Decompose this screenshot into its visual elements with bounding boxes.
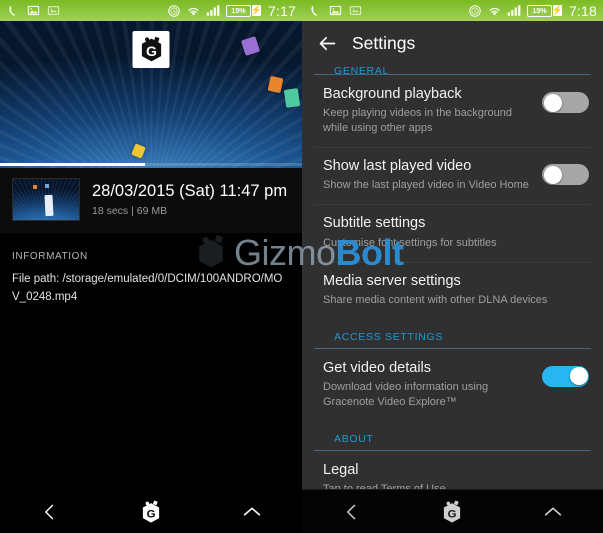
gizmobolt-g-logo: G xyxy=(132,31,170,68)
file-duration-size: 18 secs | 69 MB xyxy=(92,204,168,217)
toggle-show-last-played-video[interactable] xyxy=(542,164,589,186)
file-date-title: 28/03/2015 (Sat) 11:47 pm xyxy=(92,182,288,201)
toggle-knob xyxy=(569,367,588,386)
status-bar-right-icons: 15% ⚡ 7:18 xyxy=(468,4,597,18)
back-chevron-icon xyxy=(45,504,54,519)
photo-icon xyxy=(27,5,40,16)
nav-recent-button[interactable] xyxy=(503,501,603,523)
svg-text:G: G xyxy=(448,508,457,520)
left-phone-screen: 15% ⚡ 7:17 G 28/03/2015 (Sat) 11:47 pm 1… xyxy=(0,0,302,533)
wifi-icon xyxy=(489,7,500,16)
video-preview[interactable]: G xyxy=(0,21,302,168)
video-progress-bar[interactable] xyxy=(0,163,302,166)
dual-screenshot: 15% ⚡ 7:17 G 28/03/2015 (Sat) 11:47 pm 1… xyxy=(0,0,603,533)
battery-charging-icon: ⚡ xyxy=(551,5,564,16)
battery-indicator: 15% ⚡ xyxy=(526,4,564,17)
setting-subtitle: Download video information using Graceno… xyxy=(323,381,489,409)
back-arrow-icon[interactable] xyxy=(317,33,338,54)
svg-text:G: G xyxy=(147,508,156,520)
setting-row-get-video-details[interactable]: Get video details Download video informa… xyxy=(302,349,603,421)
settings-header: Settings xyxy=(302,21,603,63)
information-section: INFORMATION File path: /storage/emulated… xyxy=(0,233,302,307)
setting-subtitle: Customise font settings for subtitles xyxy=(323,236,497,249)
status-bar-right-icons: 15% ⚡ 7:17 xyxy=(167,4,296,18)
right-phone-screen: 15% ⚡ 7:18 Settings GENERAL Background p… xyxy=(302,0,603,533)
wifi-icon xyxy=(188,7,199,16)
setting-title: Show last played video xyxy=(323,158,472,175)
video-thumbnail xyxy=(12,178,80,221)
alarm-icon xyxy=(168,4,180,17)
battery-percent: 15% xyxy=(231,5,246,15)
status-bar-left-icons xyxy=(309,4,362,17)
setting-subtitle: Keep playing videos in the background wh… xyxy=(323,107,512,135)
information-section-label: INFORMATION xyxy=(12,251,88,262)
settings-list[interactable]: GENERAL Background playback Keep playing… xyxy=(302,63,603,533)
setting-title: Subtitle settings xyxy=(323,215,426,232)
file-meta-text: 28/03/2015 (Sat) 11:47 pm 18 secs | 69 M… xyxy=(92,182,287,217)
status-bar-clock: 7:17 xyxy=(267,2,296,19)
call-icon xyxy=(9,5,16,16)
alarm-icon xyxy=(469,4,481,17)
back-chevron-icon xyxy=(347,504,356,519)
floating-cube xyxy=(283,88,301,108)
setting-subtitle: Share media content with other DLNA devi… xyxy=(323,293,548,306)
setting-row-show-last-played-video[interactable]: Show last played video Show the last pla… xyxy=(302,147,603,204)
nav-recent-button[interactable] xyxy=(201,501,302,523)
up-chevron-icon xyxy=(544,507,561,516)
setting-title: Media server settings xyxy=(323,272,461,289)
setting-row-media-server-settings[interactable]: Media server settings Share media conten… xyxy=(302,261,603,319)
file-meta-row[interactable]: 28/03/2015 (Sat) 11:47 pm 18 secs | 69 M… xyxy=(0,168,302,233)
status-bar-clock: 7:18 xyxy=(568,2,597,19)
status-bar-left-icons xyxy=(7,4,60,17)
nav-home-button[interactable]: G xyxy=(402,499,502,525)
photo-icon xyxy=(329,5,342,16)
battery-charging-icon: ⚡ xyxy=(250,5,263,16)
setting-row-background-playback[interactable]: Background playback Keep playing videos … xyxy=(302,75,603,147)
nav-back-button[interactable] xyxy=(302,502,402,522)
setting-title: Background playback xyxy=(323,86,462,102)
section-header-about: ABOUT xyxy=(314,421,591,451)
setting-row-subtitle-settings[interactable]: Subtitle settings Customise font setting… xyxy=(302,204,603,261)
up-chevron-icon xyxy=(243,507,260,516)
status-bar-right: 15% ⚡ 7:18 xyxy=(302,0,603,21)
toggle-get-video-details[interactable] xyxy=(542,365,589,387)
screenshot-icon xyxy=(47,6,60,15)
navbar-right: G xyxy=(302,489,603,533)
nav-back-button[interactable] xyxy=(0,502,101,522)
setting-subtitle: Show the last played video in Video Home xyxy=(323,179,529,192)
svg-text:G: G xyxy=(146,43,157,59)
toggle-knob xyxy=(543,93,562,112)
call-icon xyxy=(311,5,318,16)
toggle-background-playback[interactable] xyxy=(542,92,589,113)
screenshot-icon xyxy=(349,6,362,15)
page-title: Settings xyxy=(352,32,416,53)
battery-percent: 15% xyxy=(532,5,547,15)
setting-title: Get video details xyxy=(323,359,432,376)
gizmobolt-g-logo: G xyxy=(142,500,160,523)
battery-indicator: 15% ⚡ xyxy=(225,4,263,17)
signal-icon xyxy=(507,5,521,16)
gizmobolt-g-logo: G xyxy=(444,500,461,523)
video-progress-fill xyxy=(0,163,145,166)
section-header-general: GENERAL xyxy=(314,63,591,75)
nav-home-button[interactable]: G xyxy=(101,499,202,525)
setting-title: Legal xyxy=(323,461,359,478)
file-path-value: File path: /storage/emulated/0/DCIM/100A… xyxy=(12,273,283,303)
navbar-left: G xyxy=(0,490,302,533)
status-bar-left: 15% ⚡ 7:17 xyxy=(0,0,302,21)
section-header-access-settings: ACCESS SETTINGS xyxy=(314,319,591,349)
toggle-knob xyxy=(543,165,562,184)
signal-icon xyxy=(206,5,220,16)
